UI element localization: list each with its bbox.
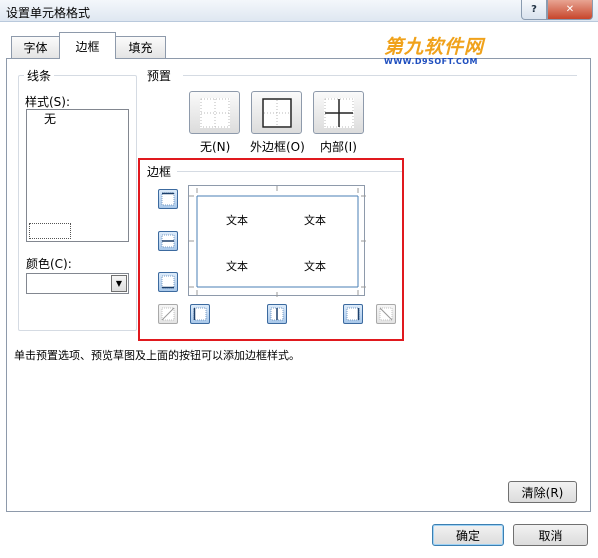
close-icon: ✕ bbox=[565, 4, 575, 15]
tab-fill[interactable]: 填充 bbox=[115, 36, 166, 58]
tab-border[interactable]: 边框 bbox=[59, 32, 116, 59]
title-bar: 设置单元格格式 ? ✕ bbox=[0, 0, 598, 22]
preset-separator bbox=[183, 75, 577, 76]
watermark-sub: WWW.D9SOFT.COM bbox=[384, 57, 479, 66]
preset-inside-button[interactable] bbox=[313, 91, 364, 134]
line-style-selection[interactable] bbox=[29, 223, 71, 239]
no-border-icon bbox=[200, 98, 230, 128]
watermark-main: 第九软件网 bbox=[384, 36, 485, 58]
color-label: 颜色(C): bbox=[26, 257, 72, 271]
border-highlight-frame bbox=[138, 158, 404, 341]
ok-button-label: 确定 bbox=[455, 528, 480, 543]
hint-text: 单击预置选项、预览草图及上面的按钮可以添加边框样式。 bbox=[14, 349, 300, 362]
preset-outline-button[interactable] bbox=[251, 91, 302, 134]
ok-button[interactable]: 确定 bbox=[432, 524, 504, 546]
preset-inside-label: 内部(I) bbox=[320, 140, 357, 154]
help-button[interactable]: ? bbox=[521, 0, 547, 20]
close-button[interactable]: ✕ bbox=[547, 0, 593, 20]
cancel-button-label: 取消 bbox=[538, 528, 563, 543]
tab-border-label: 边框 bbox=[75, 39, 100, 54]
style-label: 样式(S): bbox=[25, 95, 71, 109]
watermark-logo: 第九软件网 WWW.D9SOFT.COM bbox=[384, 38, 484, 66]
color-dropdown[interactable]: ▼ bbox=[26, 273, 129, 294]
preset-outline-label: 外边框(O) bbox=[250, 140, 305, 154]
chevron-down-icon[interactable]: ▼ bbox=[111, 275, 127, 292]
line-section-label: 线条 bbox=[24, 67, 55, 84]
window-title: 设置单元格格式 bbox=[6, 6, 91, 20]
inside-border-icon bbox=[324, 98, 354, 128]
preset-none-button[interactable] bbox=[189, 91, 240, 134]
tab-fill-label: 填充 bbox=[128, 41, 153, 55]
preset-none-label: 无(N) bbox=[200, 140, 231, 154]
tab-font-label: 字体 bbox=[23, 41, 48, 55]
preset-section-label: 预置 bbox=[147, 67, 172, 84]
help-icon: ? bbox=[531, 4, 537, 15]
clear-button[interactable]: 清除(R) bbox=[508, 481, 577, 503]
line-style-none[interactable]: 无 bbox=[44, 110, 56, 127]
cancel-button[interactable]: 取消 bbox=[513, 524, 588, 546]
outline-border-icon bbox=[262, 98, 292, 128]
tab-font[interactable]: 字体 bbox=[11, 36, 60, 58]
clear-button-label: 清除(R) bbox=[521, 485, 564, 500]
